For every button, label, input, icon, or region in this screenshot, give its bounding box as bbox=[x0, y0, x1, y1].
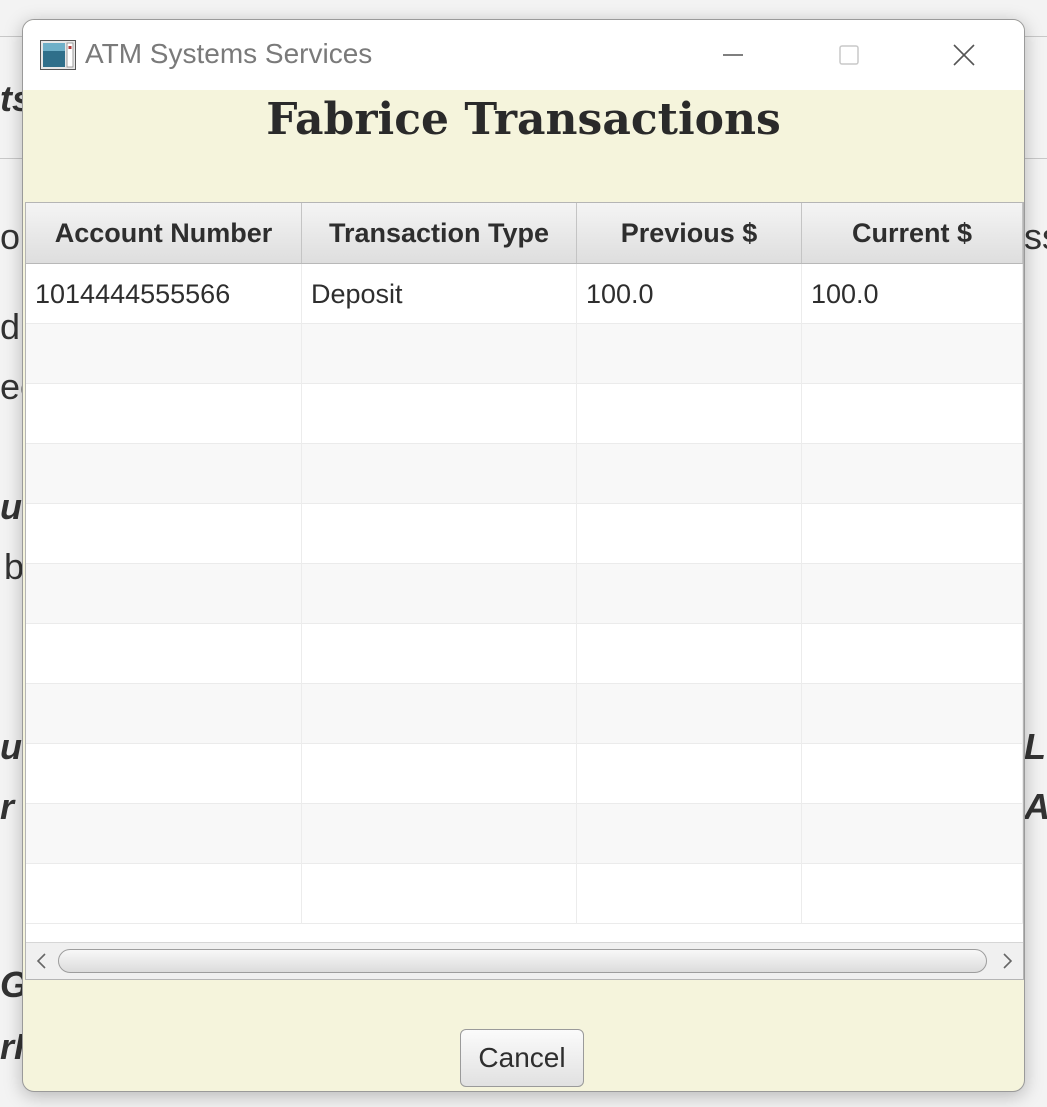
empty-cell bbox=[26, 804, 302, 864]
table-row-empty[interactable] bbox=[26, 744, 1023, 804]
empty-cell bbox=[802, 384, 1023, 444]
empty-cell bbox=[26, 564, 302, 624]
minimize-icon[interactable] bbox=[711, 38, 755, 72]
empty-cell bbox=[302, 504, 577, 564]
empty-cell bbox=[26, 684, 302, 744]
table-row-empty[interactable] bbox=[26, 384, 1023, 444]
column-header-transaction-type[interactable]: Transaction Type bbox=[302, 203, 577, 263]
horizontal-scrollbar[interactable] bbox=[26, 942, 1023, 979]
table-row-empty[interactable] bbox=[26, 804, 1023, 864]
column-header-current[interactable]: Current $ bbox=[802, 203, 1023, 263]
table-row-empty[interactable] bbox=[26, 444, 1023, 504]
empty-cell bbox=[302, 744, 577, 804]
empty-cell bbox=[577, 384, 802, 444]
empty-cell bbox=[26, 324, 302, 384]
scrollbar-thumb[interactable] bbox=[58, 949, 987, 973]
empty-cell bbox=[26, 504, 302, 564]
cell-previous: 100.0 bbox=[577, 264, 802, 324]
cell-transaction-type: Deposit bbox=[302, 264, 577, 324]
background-text: u bbox=[0, 726, 22, 767]
transactions-dialog: ATM Systems Services Fabrice Transaction… bbox=[22, 19, 1025, 1092]
background-text: Gi bbox=[0, 964, 22, 1006]
empty-cell bbox=[577, 564, 802, 624]
empty-cell bbox=[802, 624, 1023, 684]
empty-cell bbox=[802, 564, 1023, 624]
scroll-right-icon[interactable] bbox=[997, 951, 1017, 971]
empty-cell bbox=[302, 624, 577, 684]
empty-cell bbox=[302, 864, 577, 924]
table-row-empty[interactable] bbox=[26, 684, 1023, 744]
empty-cell bbox=[802, 684, 1023, 744]
empty-cell bbox=[26, 744, 302, 804]
empty-cell bbox=[577, 624, 802, 684]
scroll-left-icon[interactable] bbox=[32, 951, 52, 971]
empty-cell bbox=[802, 744, 1023, 804]
table-row-empty[interactable] bbox=[26, 624, 1023, 684]
page-title: Fabrice Transactions bbox=[266, 94, 781, 145]
background-divider bbox=[0, 36, 22, 37]
window-title: ATM Systems Services bbox=[85, 38, 373, 69]
background-text: b bbox=[4, 546, 22, 587]
title-bar[interactable]: ATM Systems Services bbox=[23, 20, 1024, 90]
empty-cell bbox=[302, 564, 577, 624]
background-text: ou bbox=[0, 216, 22, 257]
empty-cell bbox=[577, 684, 802, 744]
maximize-icon[interactable] bbox=[827, 38, 871, 72]
table-row[interactable]: 1014444555566 Deposit 100.0 100.0 bbox=[26, 264, 1023, 324]
empty-cell bbox=[302, 444, 577, 504]
table-row-empty[interactable] bbox=[26, 324, 1023, 384]
background-text: L bbox=[1024, 726, 1046, 767]
app-icon bbox=[40, 40, 76, 70]
empty-cell bbox=[302, 804, 577, 864]
background-text: As bbox=[1024, 786, 1047, 828]
empty-cell bbox=[802, 864, 1023, 924]
table-body: 1014444555566 Deposit 100.0 100.0 bbox=[26, 264, 1023, 924]
empty-cell bbox=[577, 444, 802, 504]
cell-account-number: 1014444555566 bbox=[26, 264, 302, 324]
background-text: ec bbox=[0, 366, 22, 407]
background-text: r bbox=[0, 786, 15, 827]
empty-cell bbox=[577, 744, 802, 804]
table-row-empty[interactable] bbox=[26, 864, 1023, 924]
empty-cell bbox=[302, 324, 577, 384]
background-text: ur bbox=[0, 486, 22, 527]
empty-cell bbox=[802, 324, 1023, 384]
background-divider bbox=[1024, 158, 1047, 159]
empty-cell bbox=[302, 684, 577, 744]
column-header-previous[interactable]: Previous $ bbox=[577, 203, 802, 263]
empty-cell bbox=[26, 444, 302, 504]
empty-cell bbox=[577, 504, 802, 564]
table-header: Account Number Transaction Type Previous… bbox=[26, 203, 1023, 264]
background-text: ss bbox=[1024, 216, 1047, 257]
empty-cell bbox=[577, 804, 802, 864]
empty-cell bbox=[26, 864, 302, 924]
transactions-table[interactable]: Account Number Transaction Type Previous… bbox=[25, 202, 1024, 980]
empty-cell bbox=[577, 864, 802, 924]
table-row-empty[interactable] bbox=[26, 564, 1023, 624]
empty-cell bbox=[802, 504, 1023, 564]
background-divider bbox=[0, 158, 22, 159]
empty-cell bbox=[802, 444, 1023, 504]
cell-current: 100.0 bbox=[802, 264, 1023, 324]
empty-cell bbox=[26, 384, 302, 444]
close-icon[interactable] bbox=[942, 38, 986, 72]
cancel-button[interactable]: Cancel bbox=[460, 1029, 584, 1087]
table-row-empty[interactable] bbox=[26, 504, 1023, 564]
column-header-account-number[interactable]: Account Number bbox=[26, 203, 302, 263]
background-divider bbox=[1024, 36, 1047, 37]
empty-cell bbox=[577, 324, 802, 384]
background-text: rH bbox=[0, 1026, 22, 1067]
background-text: d bbox=[0, 306, 21, 347]
background-text: ts bbox=[0, 78, 22, 119]
empty-cell bbox=[302, 384, 577, 444]
empty-cell bbox=[802, 804, 1023, 864]
empty-cell bbox=[26, 624, 302, 684]
